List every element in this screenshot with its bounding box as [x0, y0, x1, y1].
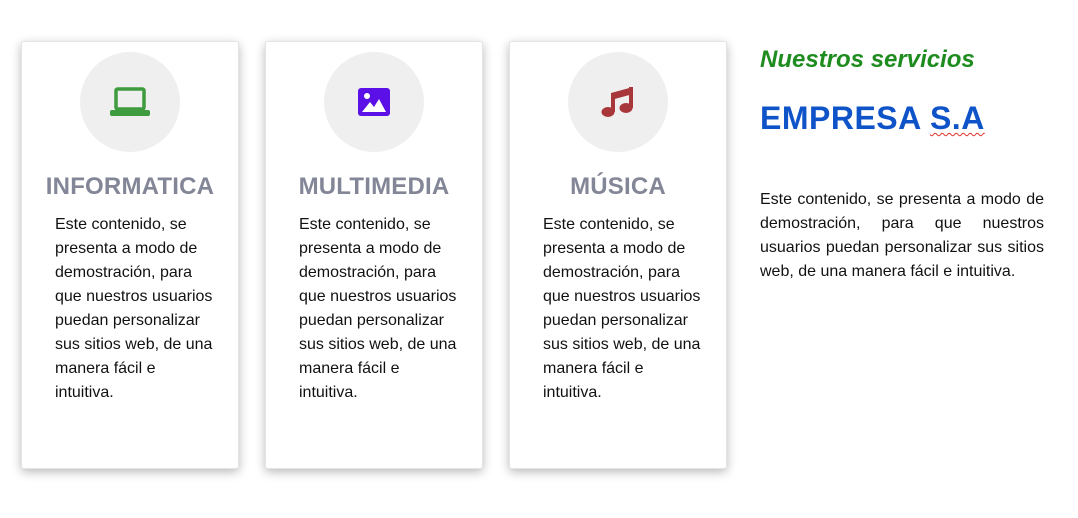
service-card-musica: MÚSICA Este contenido, se presenta a mod…: [509, 41, 727, 469]
music-note-icon: [601, 87, 633, 117]
company-name-suffix: S.A: [929, 100, 985, 136]
card-description: Este contenido, se presenta a modo de de…: [55, 216, 213, 401]
card-description: Este contenido, se presenta a modo de de…: [299, 216, 457, 401]
card-title: MÚSICA: [570, 173, 666, 200]
card-title: INFORMATICA: [45, 173, 215, 200]
icon-badge: [568, 52, 668, 152]
company-name: EMPRESA S.A: [760, 100, 985, 137]
service-card-multimedia: MULTIMEDIA Este contenido, se presenta a…: [265, 41, 483, 469]
card-description: Este contenido, se presenta a modo de de…: [543, 216, 701, 401]
icon-badge: [324, 52, 424, 152]
service-card-informatica: INFORMATICA Este contenido, se presenta …: [21, 41, 239, 469]
section-subtitle: Nuestros servicios: [760, 46, 975, 73]
icon-badge: [80, 52, 180, 152]
image-icon: [358, 88, 390, 116]
company-name-prefix: EMPRESA: [760, 100, 930, 136]
card-title: MULTIMEDIA: [298, 173, 450, 200]
intro-paragraph: Este contenido, se presenta a modo de de…: [760, 191, 1044, 280]
services-page: INFORMATICA Este contenido, se presenta …: [0, 0, 1078, 518]
laptop-icon: [110, 87, 150, 116]
